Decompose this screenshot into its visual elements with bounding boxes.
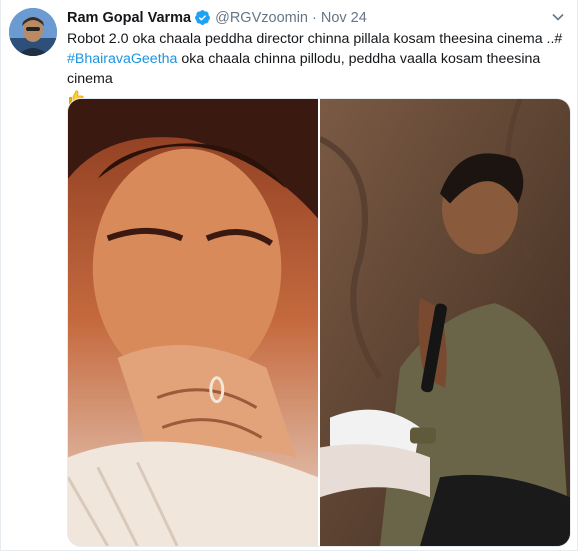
author-avatar[interactable] (9, 8, 57, 56)
photo-right[interactable] (320, 99, 570, 546)
verified-badge-icon (194, 9, 211, 26)
hashtag-fragment: # (554, 31, 563, 47)
separator-dot: · (312, 9, 317, 26)
tweet-text-part1: Robot 2.0 oka chaala peddha director chi… (67, 31, 555, 47)
photo-left[interactable] (68, 99, 320, 546)
author-handle[interactable]: @RGVzoomin (215, 10, 308, 26)
tweet-card[interactable]: Ram Gopal Varma @RGVzoomin · Nov 24 Robo… (0, 0, 578, 551)
chevron-down-icon[interactable] (551, 10, 565, 24)
hashtag-bhairavageetha[interactable]: #BhairavaGeetha (67, 51, 177, 67)
tweet-media[interactable] (67, 98, 571, 547)
tweet-timestamp[interactable]: Nov 24 (321, 10, 367, 26)
tweet-header: Ram Gopal Varma @RGVzoomin · Nov 24 (67, 9, 367, 26)
author-name[interactable]: Ram Gopal Varma (67, 10, 191, 26)
